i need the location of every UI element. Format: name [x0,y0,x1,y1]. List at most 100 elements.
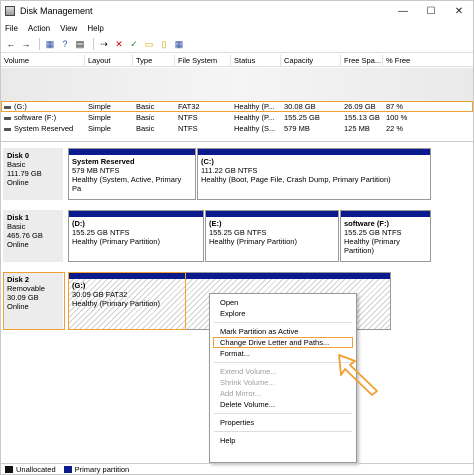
title-bar: Disk Management — ☐ ✕ [1,1,473,21]
folder-icon[interactable]: ▭ [143,38,155,50]
partition-size: 579 MB NTFS [72,166,120,175]
disk-name: Disk 0 [7,151,30,160]
volume-row-system-reserved[interactable]: System Reserved Simple Basic NTFS Health… [1,123,473,134]
close-button[interactable]: ✕ [445,1,473,21]
column-status[interactable]: Status [231,55,281,66]
volume-layout: Simple [88,124,111,133]
volume-percent-free: 100 % [386,113,408,122]
toolbar: ← → ▦ ? ▤ ⇢ ✕ ✓ ▭ ▯ ▦ [1,36,473,53]
partition-e[interactable]: (E:) 155.25 GB NTFS Healthy (Primary Par… [205,210,339,262]
drive-icon [4,116,11,120]
properties-icon[interactable]: ▤ [74,38,86,50]
column-type[interactable]: Type [133,55,175,66]
menu-help[interactable]: Help [210,435,356,446]
volume-layout: Simple [88,102,111,111]
column-file-system[interactable]: File System [175,55,231,66]
volume-list-header: Volume Layout Type File System Status Ca… [1,55,473,67]
partition-bar [198,149,430,155]
column-free-space[interactable]: Free Spa... [341,55,383,66]
volume-percent-free: 87 % [386,102,404,111]
menu-action[interactable]: Action [28,24,50,33]
column-percent-free[interactable]: % Free [383,55,473,66]
menu-explore[interactable]: Explore [210,308,356,319]
volume-free: 125 MB [344,124,370,133]
legend-unallocated: Unallocated [16,465,56,474]
help-icon[interactable]: ? [59,38,71,50]
partition-d[interactable]: (D:) 155.25 GB NTFS Healthy (Primary Par… [68,210,204,262]
volume-layout: Simple [88,113,111,122]
partition-name: (E:) [209,219,222,228]
disk-2-selection-highlight [3,272,65,330]
window-title: Disk Management [20,6,93,16]
menu-open[interactable]: Open [210,297,356,308]
menu-view[interactable]: View [60,24,77,33]
drive-icon [4,105,11,109]
partition-g-selection-highlight [68,272,186,330]
partition-f[interactable]: software (F:) 155.25 GB NTFS Healthy (Pr… [340,210,431,262]
menu-mark-active[interactable]: Mark Partition as Active [210,326,356,337]
disk-size: 465.76 GB [7,231,43,240]
partition-name: System Reserved [72,157,135,166]
pointer-arrow-icon [338,354,378,396]
volume-file-system: FAT32 [178,102,200,111]
disk-1-label[interactable]: Disk 1 Basic 465.76 GB Online [3,210,63,262]
connect-icon[interactable]: ⇢ [98,38,110,50]
volume-capacity: 30.08 GB [284,102,316,111]
partition-bar [341,211,430,217]
delete-icon[interactable]: ✕ [113,38,125,50]
volume-row-f[interactable]: software (F:) Simple Basic NTFS Healthy … [1,112,473,123]
disk-name: Disk 1 [7,213,30,222]
disk-0-label[interactable]: Disk 0 Basic 111.79 GB Online [3,148,63,200]
partition-size: 111.22 GB NTFS [201,166,258,175]
volume-list: (G:) Simple Basic FAT32 Healthy (P... 30… [1,68,473,138]
toolbar-separator [39,38,40,50]
legend-bar: Unallocated Primary partition [1,463,473,475]
check-icon[interactable]: ✓ [128,38,140,50]
volume-type: Basic [136,124,155,133]
disk-status: Online [7,178,29,187]
blurred-row [1,68,473,79]
volume-name: System Reserved [14,124,74,133]
disk-size: 111.79 GB [7,169,42,178]
column-volume[interactable]: Volume [1,55,85,66]
page-icon[interactable]: ▯ [158,38,170,50]
partition-c[interactable]: (C:) 111.22 GB NTFS Healthy (Boot, Page … [197,148,431,200]
menu-help[interactable]: Help [87,24,103,33]
back-arrow-icon[interactable]: ← [5,38,17,50]
minimize-button[interactable]: — [389,1,417,21]
volume-row-g[interactable]: (G:) Simple Basic FAT32 Healthy (P... 30… [1,101,473,112]
partition-name: (D:) [72,219,85,228]
maximize-button[interactable]: ☐ [417,1,445,21]
volume-name: software (F:) [14,113,57,122]
grid-icon[interactable]: ▦ [173,38,185,50]
volume-type: Basic [136,102,155,111]
list-view-icon[interactable]: ▦ [44,38,56,50]
partition-size: 155.25 GB NTFS [209,228,267,237]
partition-status: Healthy (System, Active, Primary Pa [72,175,182,193]
blurred-row [1,90,473,101]
menu-file[interactable]: File [5,24,18,33]
menu-separator [214,413,352,414]
partition-system-reserved[interactable]: System Reserved 579 MB NTFS Healthy (Sys… [68,148,196,200]
menu-delete-volume[interactable]: Delete Volume... [210,399,356,410]
column-capacity[interactable]: Capacity [281,55,341,66]
disk-status: Online [7,240,29,249]
partition-bar [206,211,338,217]
partition-name: (C:) [201,157,214,166]
volume-free: 155.13 GB [344,113,380,122]
menu-properties[interactable]: Properties [210,417,356,428]
partition-size: 155.25 GB NTFS [72,228,130,237]
partition-status: Healthy (Boot, Page File, Crash Dump, Pr… [201,175,391,184]
volume-type: Basic [136,113,155,122]
partition-status: Healthy (Primary Partition) [209,237,297,246]
menu-bar: File Action View Help [1,21,473,35]
disk-type: Basic [7,160,26,169]
volume-free: 26.09 GB [344,102,376,111]
forward-arrow-icon[interactable]: → [20,38,32,50]
volume-status: Healthy (S... [234,124,276,133]
partition-bar [69,149,195,155]
volume-file-system: NTFS [178,113,198,122]
column-layout[interactable]: Layout [85,55,133,66]
menu-change-drive-letter[interactable]: Change Drive Letter and Paths... [213,337,353,348]
volume-status: Healthy (P... [234,113,275,122]
